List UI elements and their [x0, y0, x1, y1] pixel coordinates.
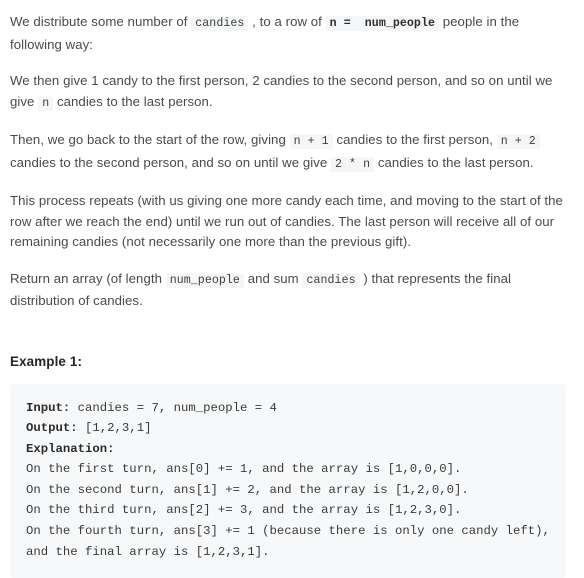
code-line-label: Explanation:	[26, 442, 115, 456]
code-line-label: Output:	[26, 421, 78, 435]
paragraph-intro: We distribute some number of candies , t…	[10, 12, 574, 55]
code-line-text: On the second turn, ans[1] += 2, and the…	[26, 483, 469, 497]
problem-description-document: We distribute some number of candies , t…	[0, 0, 584, 578]
code-line: On the third turn, ans[2] += 3, and the …	[26, 500, 550, 521]
paragraph-text-run: candies to the first person,	[336, 132, 496, 147]
paragraph-text-run: and sum	[248, 271, 303, 286]
example-code-block: Input: candies = 7, num_people = 4Output…	[10, 384, 566, 578]
code-line-text: On the fourth turn, ans[3] += 1 (because…	[26, 524, 550, 538]
code-line-label: Input:	[26, 401, 70, 415]
top-spacer	[10, 0, 574, 12]
inline-code-token: n = num_people	[326, 16, 439, 31]
paragraph-text-run: We distribute some number of	[10, 14, 191, 29]
paragraph-text-run: Return an array (of length	[10, 271, 166, 286]
paragraph-text-run: , to a row of	[252, 14, 326, 29]
paragraph-spacer	[10, 55, 574, 71]
paragraph-spacer	[10, 114, 574, 130]
inline-code-token: 2 * n	[331, 157, 374, 172]
inline-code-token: n + 1	[290, 134, 333, 149]
paragraph-spacer	[10, 175, 574, 191]
paragraph-first-pass: We then give 1 candy to the first person…	[10, 71, 574, 114]
paragraph-text-run: This process repeats (with us giving one…	[10, 193, 563, 249]
paragraph-text-run: Then, we go back to the start of the row…	[10, 132, 290, 147]
paragraph-repeat-rule: This process repeats (with us giving one…	[10, 191, 574, 253]
inline-code-token: num_people	[166, 273, 244, 288]
code-line: On the first turn, ans[0] += 1, and the …	[26, 459, 550, 480]
paragraph-spacer	[10, 253, 574, 269]
inline-code-token: candies	[191, 16, 248, 31]
paragraph-second-pass: Then, we go back to the start of the row…	[10, 130, 574, 175]
code-line: Input: candies = 7, num_people = 4	[26, 398, 550, 419]
inline-code-token: n	[38, 96, 53, 111]
code-line-text: candies = 7, num_people = 4	[70, 401, 277, 415]
example-heading: Example 1:	[10, 352, 574, 372]
paragraph-text-run: candies to the second person, and so on …	[10, 155, 331, 170]
code-line: Output: [1,2,3,1]	[26, 418, 550, 439]
paragraph-text-run: candies to the last person.	[57, 94, 213, 109]
code-line: and the final array is [1,2,3,1].	[26, 542, 550, 563]
paragraph-text-run: candies to the last person.	[378, 155, 534, 170]
code-line-text: On the third turn, ans[2] += 3, and the …	[26, 503, 461, 517]
section-spacer	[10, 312, 574, 352]
code-line: On the fourth turn, ans[3] += 1 (because…	[26, 521, 550, 542]
inline-code-token: candies	[302, 273, 359, 288]
code-line: On the second turn, ans[1] += 2, and the…	[26, 480, 550, 501]
code-line-text: [1,2,3,1]	[78, 421, 152, 435]
inline-code-token: n + 2	[497, 134, 540, 149]
code-line-text: On the first turn, ans[0] += 1, and the …	[26, 462, 461, 476]
code-line: Explanation:	[26, 439, 550, 460]
paragraph-return-spec: Return an array (of length num_people an…	[10, 269, 574, 312]
code-line-text: and the final array is [1,2,3,1].	[26, 545, 270, 559]
